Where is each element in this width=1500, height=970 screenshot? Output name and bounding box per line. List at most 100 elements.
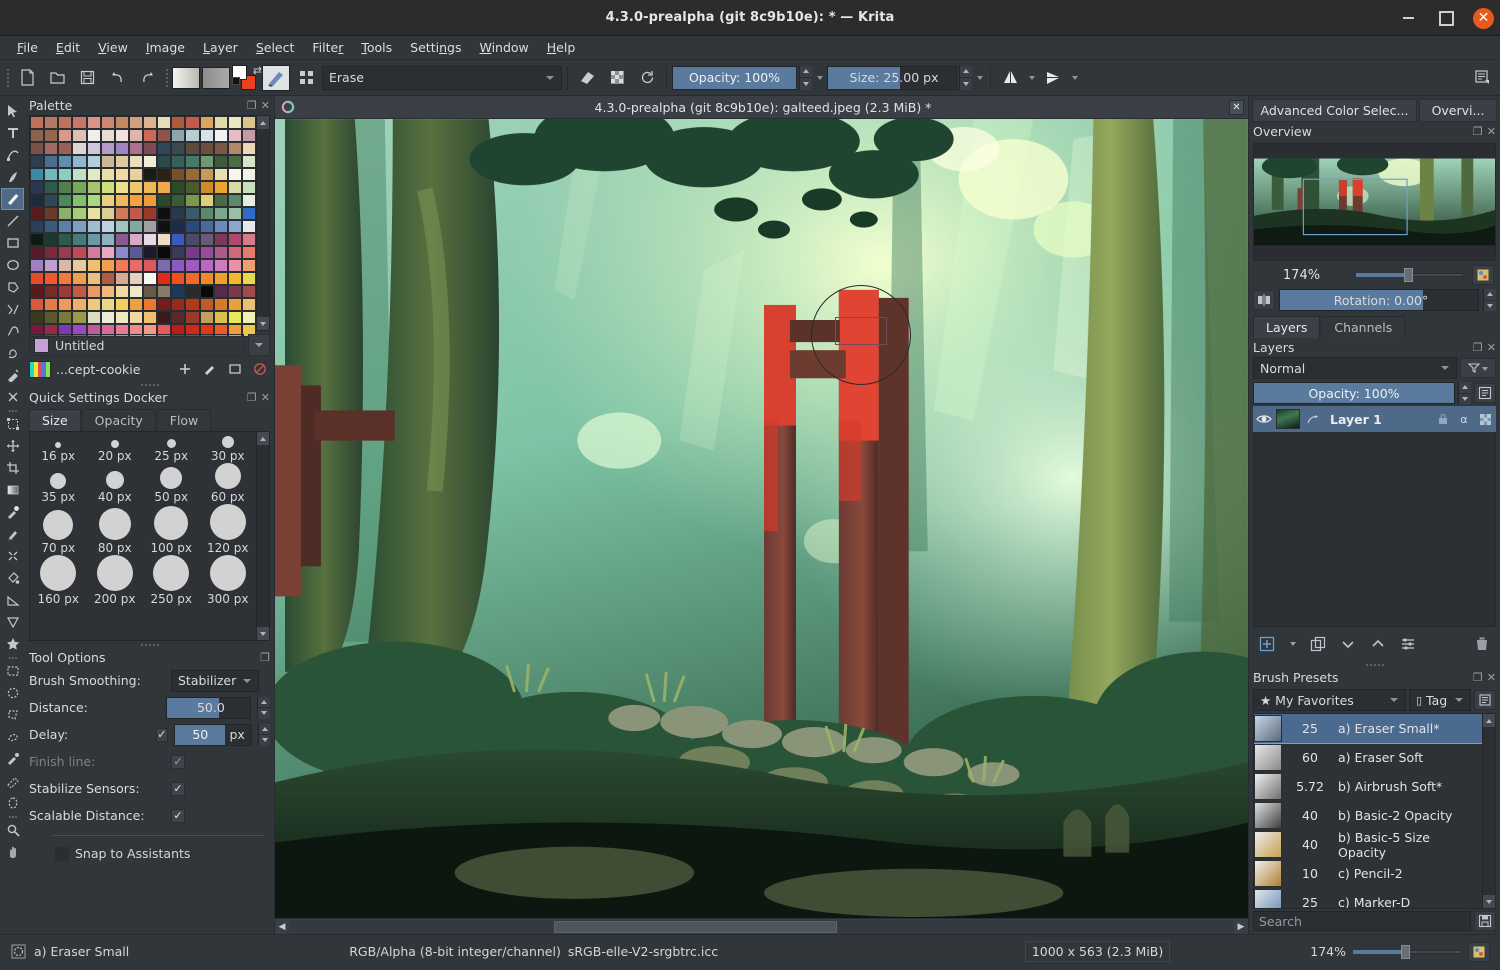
palette-swatch[interactable] [72,181,87,194]
menu-layer[interactable]: Layer [194,38,247,57]
palette-swatch[interactable] [128,272,143,285]
tab-advanced-color-selector[interactable]: Advanced Color Selec... [1252,99,1417,122]
palette-swatch[interactable] [185,142,200,155]
size-preset-cell[interactable]: 25 px [143,436,200,463]
palette-swatch[interactable] [100,155,115,168]
palette-swatch[interactable] [171,285,186,298]
size-preset-cell[interactable]: 100 px [143,504,200,555]
palette-swatch[interactable] [227,298,242,311]
palette-swatch[interactable] [171,311,186,324]
palette-swatch[interactable] [213,311,228,324]
palette-swatch[interactable] [227,285,242,298]
palette-swatch[interactable] [213,207,228,220]
status-zoom-slider[interactable] [1353,944,1461,959]
brush-search-input[interactable]: Search [1253,911,1471,931]
status-fit-page-button[interactable] [1468,941,1490,962]
palette-dropdown-button[interactable] [248,334,270,356]
stabilize-sensors-checkbox[interactable]: ✓ [171,781,185,796]
layer-list[interactable] [1253,432,1496,627]
toolbar-overflow-icon[interactable] [1468,64,1496,92]
freehand-select-tool-icon[interactable] [1,726,24,748]
palette-swatch[interactable] [44,168,59,181]
new-document-icon[interactable] [13,64,41,92]
palette-swatch[interactable] [114,285,129,298]
brush-preset-item[interactable]: 5.72 b) Airbrush Soft* [1254,772,1482,801]
palette-swatch[interactable] [58,233,73,246]
size-preset-cell[interactable]: 20 px [87,436,144,463]
palette-swatch[interactable] [199,181,214,194]
palette-swatch[interactable] [86,116,101,129]
palette-swatch[interactable] [44,116,59,129]
move-tool-icon[interactable] [1,435,24,457]
palette-swatch[interactable] [227,207,242,220]
palette-swatch[interactable] [157,168,172,181]
palette-swatch[interactable] [157,259,172,272]
palette-swatch[interactable] [58,142,73,155]
palette-swatch[interactable] [143,181,158,194]
canvas-tab[interactable]: 4.3.0-prealpha (git 8c9b10e): galteed.jp… [275,96,1248,119]
assistant-tool-icon[interactable] [1,633,24,655]
palette-swatch[interactable] [114,272,129,285]
palette-swatch[interactable] [185,246,200,259]
palette-swatch[interactable] [171,298,186,311]
palette-swatch[interactable] [241,285,256,298]
layer-opacity-slider[interactable]: Opacity: 100% [1253,382,1455,404]
layer-visibility-icon[interactable] [1255,413,1273,425]
delay-slider[interactable]: 50 px [174,723,253,746]
size-preset-cell[interactable]: 30 px [200,436,257,463]
palette-swatch[interactable] [199,220,214,233]
palette-swatch[interactable] [100,194,115,207]
delay-spinner[interactable] [258,723,271,746]
polyline-tool-icon[interactable] [1,298,24,320]
brush-smoothing-combo[interactable]: Stabilizer [171,669,259,692]
palette-swatch[interactable] [100,220,115,233]
palette-swatch[interactable] [100,298,115,311]
palette-swatch[interactable] [171,168,186,181]
delete-layer-button[interactable] [1472,634,1492,654]
size-preset-grid[interactable]: 16 px 20 px 25 px 30 px 35 px 40 px 50 px 60 px… [30,432,256,640]
add-layer-button[interactable] [1257,634,1277,654]
size-preset-cell[interactable]: 16 px [30,436,87,463]
palette-swatch[interactable] [185,207,200,220]
rectangle-tool-icon[interactable] [1,232,24,254]
multibrush-tool-icon[interactable] [1,386,24,408]
save-document-icon[interactable] [73,64,101,92]
palette-swatch[interactable] [213,259,228,272]
palette-swatch[interactable] [30,272,45,285]
palette-swatch[interactable] [227,129,242,142]
palette-swatch[interactable] [100,181,115,194]
palette-swatch[interactable] [44,129,59,142]
palette-swatch[interactable] [185,272,200,285]
palette-swatch[interactable] [86,298,101,311]
palette-swatch[interactable] [213,194,228,207]
palette-swatch[interactable] [72,129,87,142]
menu-filter[interactable]: Filter [303,38,352,57]
minimize-button[interactable] [1397,7,1419,29]
palette-swatch[interactable] [199,155,214,168]
blending-mode-combo[interactable]: Erase [322,65,562,90]
palette-swatch[interactable] [100,259,115,272]
gradient-selector-icon[interactable] [172,64,200,92]
close-icon[interactable]: ✕ [1487,341,1496,354]
palette-swatch[interactable] [44,181,59,194]
palette-swatch[interactable] [58,155,73,168]
layer-opacity-spinner[interactable] [1458,382,1471,404]
bezier-curve-tool-icon[interactable] [1,320,24,342]
palette-swatch[interactable] [86,142,101,155]
add-color-button[interactable] [175,359,195,379]
move-layer-down-button[interactable] [1338,634,1358,654]
palette-swatch[interactable] [199,233,214,246]
calligraphy-tool-icon[interactable] [1,166,24,188]
palette-swatch[interactable] [241,220,256,233]
palette-swatch[interactable] [157,285,172,298]
palette-swatch[interactable] [30,220,45,233]
palette-swatch[interactable] [86,246,101,259]
palette-swatch[interactable] [72,311,87,324]
palette-swatch[interactable] [157,298,172,311]
maximize-button[interactable] [1435,7,1457,29]
reload-preset-icon[interactable] [633,64,661,92]
palette-swatch[interactable] [58,129,73,142]
palette-swatch[interactable] [86,311,101,324]
tab-channels[interactable]: Channels [1321,316,1406,338]
palette-swatch[interactable] [44,298,59,311]
